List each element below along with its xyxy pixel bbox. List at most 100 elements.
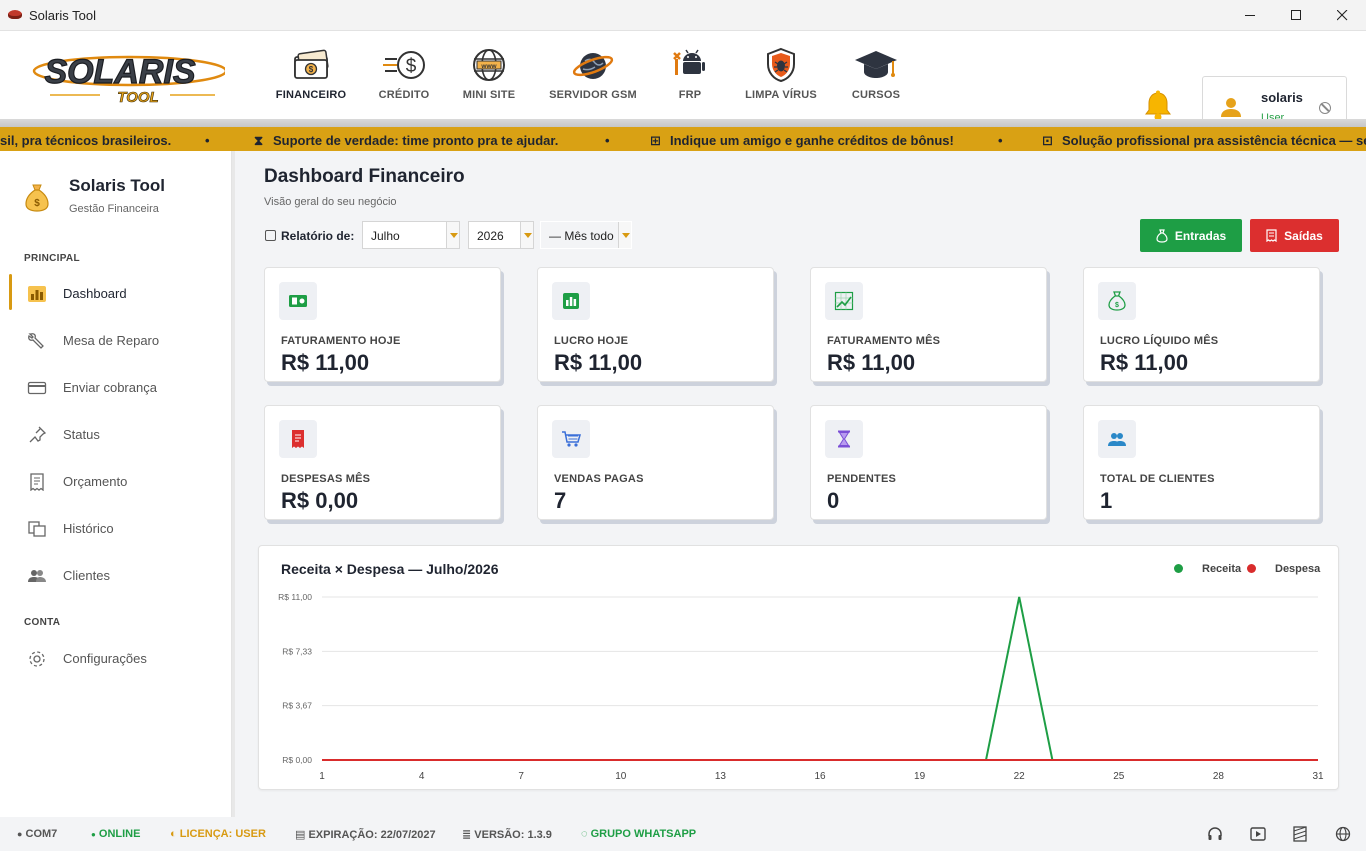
- chevron-down-icon: [520, 222, 533, 248]
- section-principal: PRINCIPAL: [24, 253, 80, 264]
- month-value: Julho: [371, 229, 400, 243]
- nav-frp[interactable]: FRP: [670, 47, 710, 122]
- card-value: R$ 11,00: [1100, 350, 1189, 375]
- entradas-button[interactable]: Entradas: [1140, 219, 1242, 252]
- month-select[interactable]: Julho: [362, 221, 460, 249]
- solaris-logo: SOLARIS TOOL: [32, 52, 225, 105]
- card-value: R$ 11,00: [554, 350, 643, 375]
- y-tick-label: R$ 3,67: [282, 701, 312, 711]
- svg-text:SOLARIS: SOLARIS: [44, 53, 195, 91]
- whatsapp-label: GRUPO WHATSAPP: [590, 828, 697, 840]
- nav-cursos[interactable]: CURSOS: [851, 47, 901, 122]
- card-despesas-mes: DESPESAS MÊS R$ 0,00: [264, 405, 501, 520]
- gift-icon: ⊞: [650, 133, 661, 148]
- nav-label: CURSOS: [851, 89, 901, 101]
- card-vendas-pagas: VENDAS PAGAS 7: [537, 405, 774, 520]
- y-tick-label: R$ 7,33: [282, 646, 312, 656]
- sidebar-item-enviar-cobranca[interactable]: Enviar cobrança: [0, 366, 231, 410]
- x-tick-label: 4: [419, 771, 425, 782]
- series-line-receita: [322, 596, 1318, 761]
- card-icon: [27, 381, 47, 395]
- saidas-label: Saídas: [1284, 228, 1323, 243]
- section-conta: CONTA: [24, 617, 61, 628]
- close-button[interactable]: [1319, 0, 1365, 31]
- card-value: 7: [554, 488, 567, 513]
- card-value: R$ 0,00: [281, 488, 359, 513]
- support-icon: ⧗: [254, 133, 264, 148]
- saidas-button[interactable]: Saídas: [1250, 219, 1339, 252]
- card-value: R$ 11,00: [827, 350, 916, 375]
- version-icon: ≣: [462, 829, 472, 841]
- pattern-icon[interactable]: [1292, 826, 1308, 842]
- maximize-button[interactable]: [1273, 0, 1319, 31]
- lock-icon: ⊡: [1042, 133, 1053, 148]
- card-label: FATURAMENTO HOJE: [281, 335, 401, 347]
- ticker-item: Suporte de verdade: time pronto pra te a…: [273, 133, 559, 148]
- pin-icon: [29, 426, 47, 443]
- svg-text:www: www: [480, 63, 497, 70]
- port-label: COM7: [25, 828, 58, 840]
- nav-limpa-virus[interactable]: LIMPA VÍRUS: [745, 47, 817, 122]
- sidebar-item-label: Status: [63, 427, 100, 442]
- card-label: DESPESAS MÊS: [281, 473, 371, 485]
- top-header: SOLARIS TOOL $ FINANCEIRO $ CRÉDITO www …: [0, 31, 1366, 140]
- whatsapp-link[interactable]: ◌ GRUPO WHATSAPP: [581, 828, 696, 840]
- y-tick-label: R$ 0,00: [282, 755, 312, 765]
- sidebar-item-configuracoes[interactable]: Configurações: [0, 637, 231, 681]
- card-label: VENDAS PAGAS: [554, 473, 644, 485]
- x-tick-label: 22: [1014, 771, 1026, 782]
- x-tick-label: 10: [615, 771, 627, 782]
- sidebar-item-dashboard[interactable]: Dashboard: [0, 272, 231, 316]
- sidebar-item-status[interactable]: Status: [0, 413, 231, 457]
- status-bar: ● COM7 ● ONLINE ◐ LICENÇA: USER ▤ EXPIRA…: [0, 817, 1366, 851]
- bar-chart-icon: [552, 282, 590, 320]
- nav-financeiro[interactable]: $ FINANCEIRO: [276, 47, 346, 122]
- globe-satellite-icon: [572, 53, 614, 79]
- page-title: Dashboard Financeiro: [264, 166, 465, 187]
- sidebar-item-mesa-de-reparo[interactable]: Mesa de Reparo: [0, 319, 231, 363]
- minimize-button[interactable]: [1227, 0, 1273, 31]
- hourglass-icon: [825, 420, 863, 458]
- card-label: TOTAL DE CLIENTES: [1100, 473, 1215, 485]
- svg-text:$: $: [406, 56, 417, 77]
- video-play-icon[interactable]: [1250, 826, 1266, 842]
- sidebar-item-orcamento[interactable]: Orçamento: [0, 460, 231, 504]
- headset-icon[interactable]: [1207, 826, 1223, 842]
- sidebar-border: [232, 151, 235, 817]
- x-tick-label: 13: [715, 771, 727, 782]
- sidebar-item-clientes[interactable]: Clientes: [0, 554, 231, 598]
- chevron-down-icon: [446, 222, 459, 248]
- money-bag-icon: $: [25, 184, 49, 212]
- cart-icon: [552, 420, 590, 458]
- nav-mini-site[interactable]: www MINI SITE: [463, 47, 515, 122]
- bar-chart-icon: [28, 286, 46, 302]
- app-icon: [8, 10, 22, 19]
- receipt-icon: [279, 420, 317, 458]
- logout-icon[interactable]: [1319, 102, 1331, 114]
- period-select[interactable]: — Mês todo: [540, 221, 632, 249]
- window-title: Solaris Tool: [29, 8, 96, 23]
- wrench-icon: [28, 333, 44, 349]
- license-status: ◐ LICENÇA: USER: [170, 828, 266, 840]
- shield-bug-icon: [767, 47, 795, 83]
- sidebar-item-historico[interactable]: Histórico: [0, 507, 231, 551]
- online-status: ● ONLINE: [91, 828, 140, 840]
- money-bag-icon: $: [1098, 282, 1136, 320]
- card-label: FATURAMENTO MÊS: [827, 335, 941, 347]
- entradas-label: Entradas: [1174, 228, 1227, 243]
- whatsapp-icon: ◌: [581, 828, 588, 840]
- graduation-cap-icon: [855, 51, 897, 78]
- period-value: — Mês todo: [549, 229, 614, 243]
- users-icon: [28, 570, 46, 582]
- year-select[interactable]: 2026: [468, 221, 534, 249]
- nav-servidor-gsm[interactable]: SERVIDOR GSM: [549, 47, 637, 122]
- history-icon: [28, 521, 46, 537]
- x-tick-label: 25: [1113, 771, 1125, 782]
- money-icon: $: [294, 49, 329, 79]
- globe-icon[interactable]: [1335, 826, 1351, 842]
- receipt-icon: [30, 473, 44, 491]
- users-icon: [1098, 420, 1136, 458]
- nav-credito[interactable]: $ CRÉDITO: [378, 47, 430, 122]
- card-pendentes: PENDENTES 0: [810, 405, 1047, 520]
- card-value: 0: [827, 488, 840, 513]
